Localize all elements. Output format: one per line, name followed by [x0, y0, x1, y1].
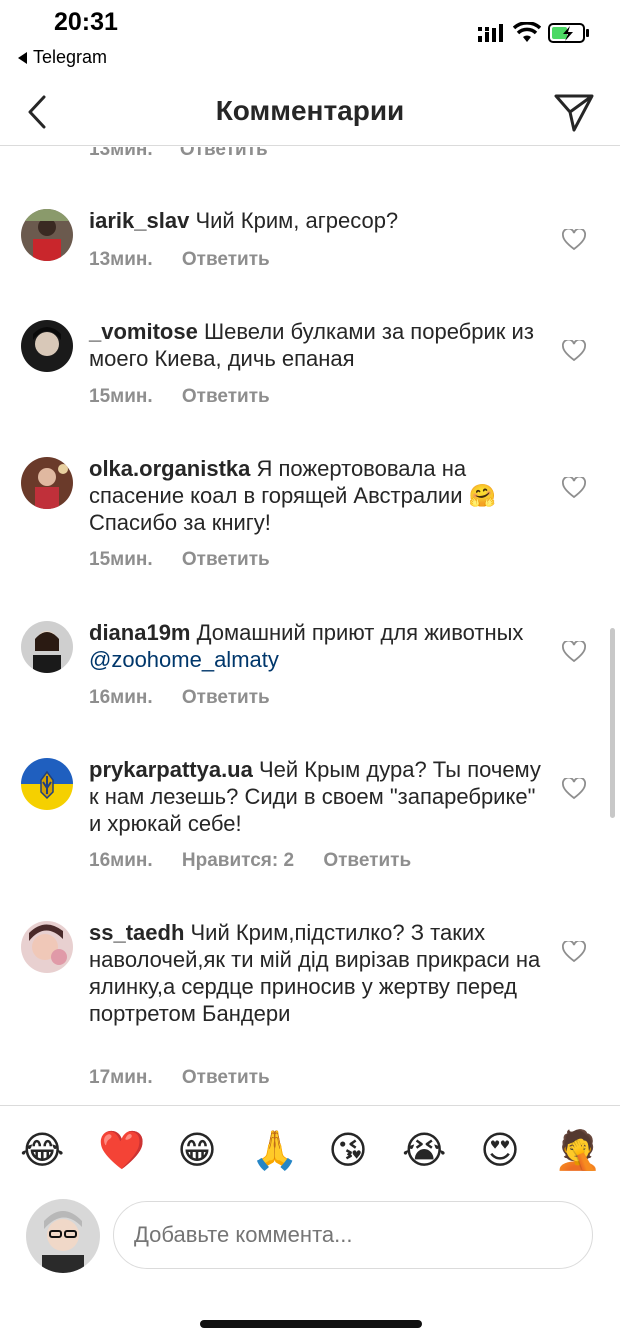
likes-count[interactable]: Нравится: 2: [182, 850, 294, 871]
comment-meta: 16мин. Ответить: [89, 687, 294, 709]
hugging-emoji: 🤗: [468, 483, 497, 508]
comment-text-continued: Спасибо за книгу!: [89, 510, 271, 535]
emoji-quick-bar: 😂 ❤️ 😁 🙏 😘 😭 😍 🤦: [0, 1105, 620, 1195]
send-direct-icon[interactable]: [552, 90, 596, 134]
battery-icon: [548, 23, 589, 43]
comment-username[interactable]: olka.organistka: [89, 456, 250, 481]
comment-input[interactable]: [113, 1201, 593, 1269]
scrollbar[interactable]: [610, 628, 615, 818]
comment-meta: 15мин. Ответить: [89, 549, 294, 571]
back-to-app-button[interactable]: Telegram: [18, 47, 107, 68]
like-heart-icon[interactable]: [562, 340, 586, 362]
tears-of-joy-emoji-button[interactable]: 😂: [20, 1128, 64, 1172]
mention-link[interactable]: @zoohome_almaty: [89, 647, 279, 672]
red-heart-emoji-button[interactable]: ❤️: [98, 1128, 145, 1172]
reply-button[interactable]: Ответить: [182, 549, 270, 570]
comment-text: Домашний приют для животных: [196, 620, 524, 645]
comment-body: prykarpattya.ua Чей Крым дура? Ты почему…: [89, 756, 549, 837]
comment-body: _vomitose Шевели булками за поребрик из …: [89, 318, 549, 372]
comment-time: 15мин.: [89, 386, 153, 407]
comment-username[interactable]: diana19m: [89, 620, 191, 645]
comment-meta: 16мин. Нравится: 2 Ответить: [89, 850, 435, 872]
like-heart-icon[interactable]: [562, 778, 586, 800]
reply-button[interactable]: Ответить: [182, 386, 270, 407]
reply-button[interactable]: Ответить: [182, 249, 270, 270]
reply-button[interactable]: Ответить: [323, 850, 411, 871]
comment-username[interactable]: ss_taedh: [89, 920, 184, 945]
reply-button[interactable]: Ответить: [182, 1067, 270, 1088]
comment-meta: 17мин. Ответить: [89, 1067, 294, 1089]
avatar[interactable]: [21, 320, 73, 372]
comment-time: 17мин.: [89, 1067, 153, 1088]
like-heart-icon[interactable]: [562, 641, 586, 663]
comment-time: 16мин.: [89, 687, 153, 708]
avatar[interactable]: [21, 921, 73, 973]
like-heart-icon[interactable]: [562, 229, 586, 251]
comment-time: 13мин.: [89, 147, 153, 160]
home-indicator: [200, 1320, 422, 1328]
comment-username[interactable]: _vomitose: [89, 319, 198, 344]
comment-time: 13мин.: [89, 249, 153, 270]
like-heart-icon[interactable]: [562, 477, 586, 499]
reply-button[interactable]: Ответить: [180, 147, 268, 160]
wifi-icon: [513, 22, 541, 42]
reply-button[interactable]: Ответить: [182, 687, 270, 708]
comment-text: Чий Крим, агресор?: [195, 208, 399, 233]
comment-meta: 13мин. Ответить: [89, 249, 294, 271]
previous-comment-meta: 13мин. Ответить: [89, 147, 290, 161]
avatar[interactable]: [21, 209, 73, 261]
comment-meta: 15мин. Ответить: [89, 386, 294, 408]
folded-hands-emoji-button[interactable]: 🙏: [251, 1128, 298, 1172]
comment-body: diana19m Домашний приют для животных @zo…: [89, 619, 549, 673]
avatar[interactable]: [21, 457, 73, 509]
my-avatar: [26, 1199, 100, 1273]
heart-eyes-emoji-button[interactable]: 😍: [478, 1128, 522, 1172]
comment-time: 15мин.: [89, 549, 153, 570]
comment-input-row: [0, 1195, 620, 1285]
comment-body: olka.organistka Я пожертововала на спасе…: [89, 455, 549, 536]
back-triangle-icon: [18, 51, 27, 64]
status-time: 20:31: [54, 8, 118, 36]
page-title: Комментарии: [215, 95, 405, 126]
comment-username[interactable]: iarik_slav: [89, 208, 189, 233]
facepalm-emoji-button[interactable]: 🤦: [554, 1128, 601, 1172]
comment-body: ss_taedh Чий Крим,підстилко? З таких нав…: [89, 919, 549, 1027]
comments-list[interactable]: 13мин. Ответить iarik_slav Чий Крим, агр…: [0, 147, 620, 1105]
kiss-emoji-button[interactable]: 😘: [326, 1128, 370, 1172]
like-heart-icon[interactable]: [562, 941, 586, 963]
back-app-label: Telegram: [33, 47, 108, 67]
avatar[interactable]: [21, 758, 73, 810]
crying-emoji-button[interactable]: 😭: [402, 1128, 446, 1172]
comment-time: 16мин.: [89, 850, 153, 871]
grinning-emoji-button[interactable]: 😁: [175, 1128, 219, 1172]
nav-bar: Комментарии: [0, 80, 620, 146]
comment-body: iarik_slav Чий Крим, агресор?: [89, 207, 549, 234]
comment-username[interactable]: prykarpattya.ua: [89, 757, 253, 782]
avatar[interactable]: [21, 621, 73, 673]
status-bar: 20:31 Telegram: [0, 0, 620, 80]
cellular-signal-icon: [478, 24, 503, 42]
